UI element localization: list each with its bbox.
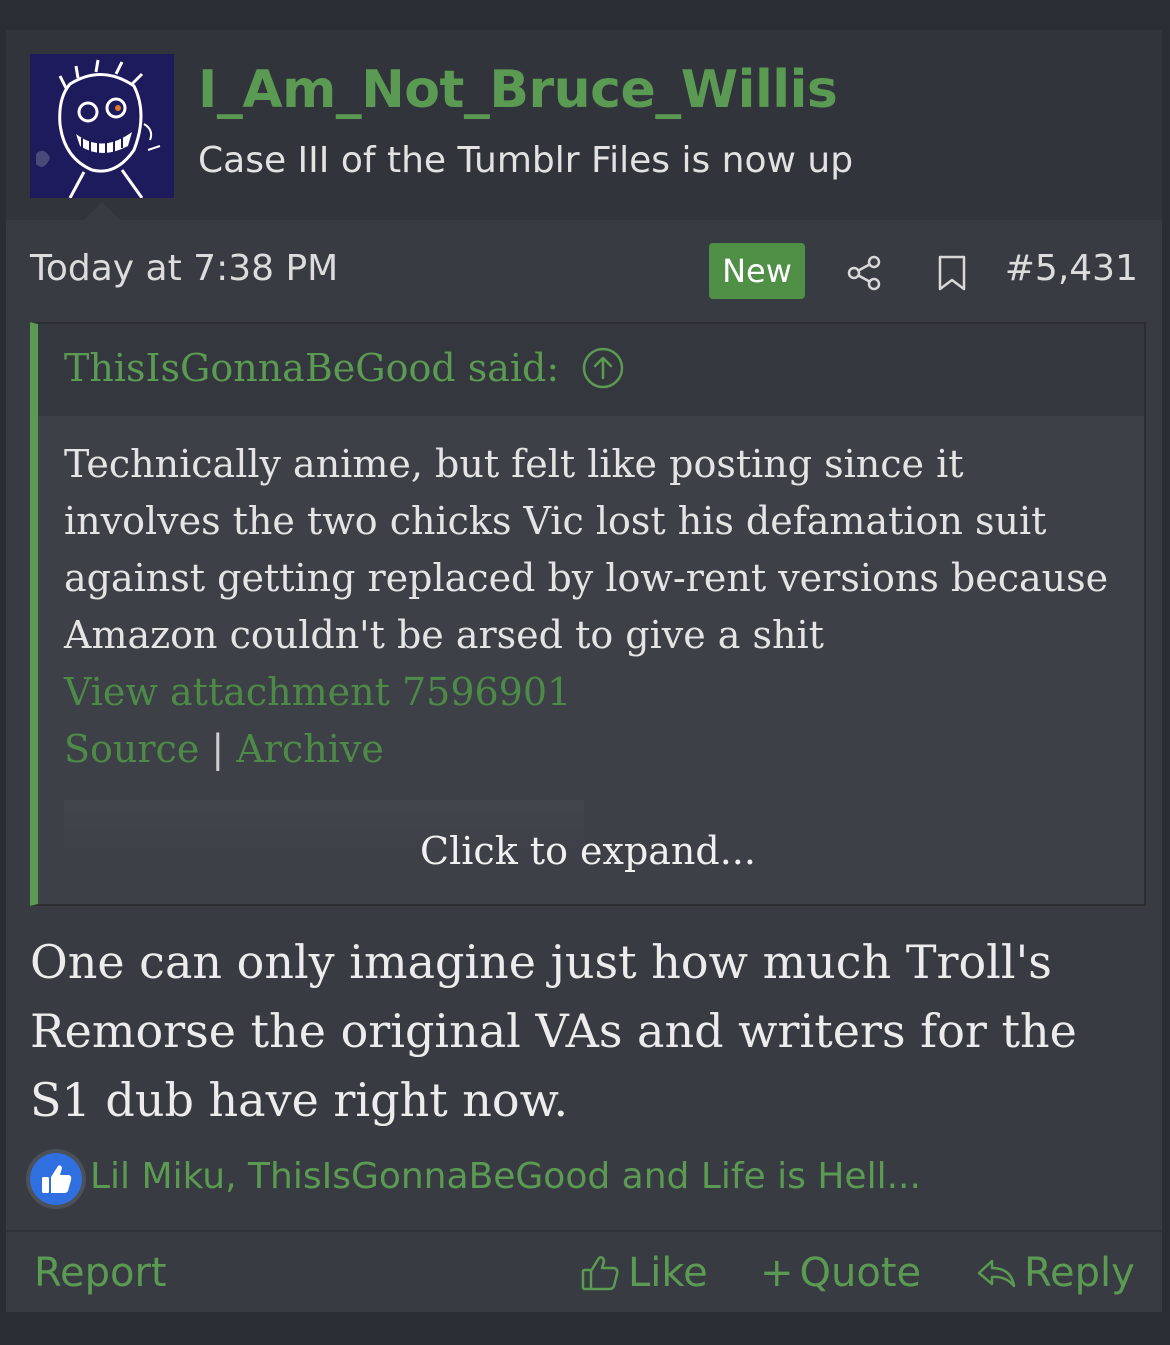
quote-button[interactable]: + Quote bbox=[760, 1250, 921, 1296]
archive-link[interactable]: Archive bbox=[236, 727, 383, 771]
user-title: Case III of the Tumblr Files is now up bbox=[198, 140, 854, 181]
quote-block: ThisIsGonnaBeGood said: Technically anim… bbox=[30, 322, 1146, 906]
quote-label: Quote bbox=[799, 1250, 922, 1296]
quote-author[interactable]: ThisIsGonnaBeGood said: bbox=[64, 346, 625, 390]
avatar-drawing bbox=[30, 54, 174, 198]
source-link[interactable]: Source bbox=[64, 727, 199, 771]
header-pointer-arrow bbox=[84, 202, 120, 220]
quote-text: Technically anime, but felt like posting… bbox=[64, 442, 1109, 657]
link-separator: | bbox=[211, 727, 225, 771]
click-to-expand-link[interactable]: Click to expand... bbox=[38, 829, 1138, 873]
share-icon[interactable] bbox=[844, 253, 884, 293]
attachment-link[interactable]: View attachment 7596901 bbox=[64, 670, 571, 714]
reactions-bar[interactable]: Lil Miku, ThisIsGonnaBeGood and Life is … bbox=[30, 1152, 1130, 1208]
post-body-text: One can only imagine just how much Troll… bbox=[30, 935, 1077, 1127]
reply-arrow-icon bbox=[977, 1259, 1016, 1288]
like-button[interactable]: Like bbox=[578, 1250, 708, 1296]
post-number-link[interactable]: #5,431 bbox=[1005, 248, 1138, 289]
post-container: I_Am_Not_Bruce_Willis Case III of the Tu… bbox=[6, 30, 1162, 1312]
bookmark-icon[interactable] bbox=[932, 253, 972, 293]
reply-button[interactable]: Reply bbox=[974, 1250, 1135, 1296]
quote-author-label[interactable]: ThisIsGonnaBeGood said: bbox=[64, 346, 559, 390]
post-footer: Report Like + Quote Reply bbox=[6, 1230, 1162, 1314]
quote-header: ThisIsGonnaBeGood said: bbox=[38, 324, 1144, 416]
quote-body: Technically anime, but felt like posting… bbox=[64, 436, 1124, 778]
username-link[interactable]: I_Am_Not_Bruce_Willis bbox=[198, 60, 838, 120]
plus-icon: + bbox=[760, 1250, 794, 1296]
post-meta-row: Today at 7:38 PM New #5,431 bbox=[6, 220, 1162, 320]
new-badge: New bbox=[709, 243, 805, 299]
thumbs-up-outline-icon bbox=[581, 1256, 619, 1291]
avatar[interactable] bbox=[30, 54, 174, 198]
reactors-list-link[interactable]: Lil Miku, ThisIsGonnaBeGood and Life is … bbox=[90, 1156, 921, 1197]
arrow-up-circle-icon[interactable] bbox=[581, 346, 625, 390]
thumbs-up-icon bbox=[30, 1153, 82, 1205]
post-date-link[interactable]: Today at 7:38 PM bbox=[30, 248, 338, 289]
user-header: I_Am_Not_Bruce_Willis Case III of the Tu… bbox=[6, 30, 1162, 220]
reply-label: Reply bbox=[1024, 1250, 1135, 1296]
like-label: Like bbox=[628, 1250, 708, 1296]
report-button[interactable]: Report bbox=[34, 1250, 167, 1296]
